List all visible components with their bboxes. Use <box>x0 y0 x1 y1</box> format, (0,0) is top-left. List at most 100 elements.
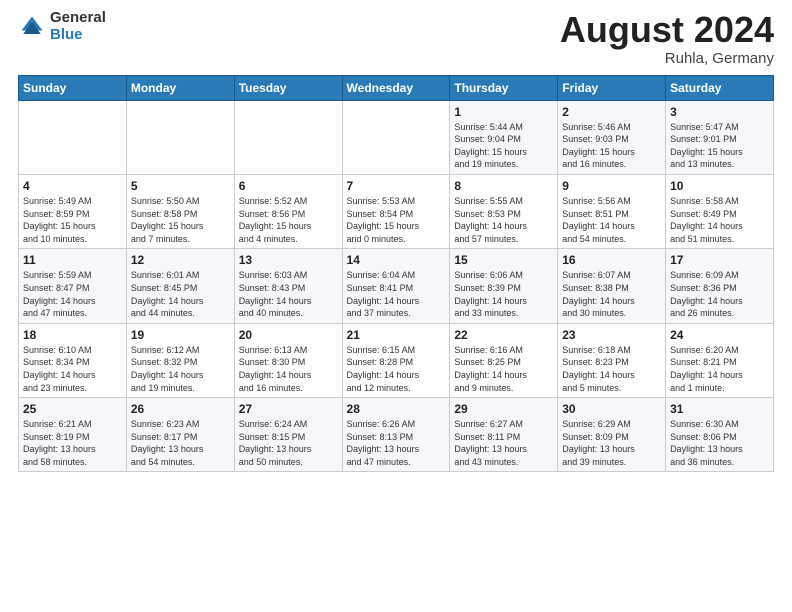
calendar-cell: 14Sunrise: 6:04 AMSunset: 8:41 PMDayligh… <box>342 249 450 323</box>
day-info: Sunrise: 6:27 AMSunset: 8:11 PMDaylight:… <box>454 418 553 468</box>
title-block: August 2024 Ruhla, Germany <box>560 10 774 67</box>
day-info: Sunrise: 5:44 AMSunset: 9:04 PMDaylight:… <box>454 121 553 171</box>
logo-icon <box>18 13 46 41</box>
col-thursday: Thursday <box>450 75 558 100</box>
calendar-cell <box>234 100 342 174</box>
day-info: Sunrise: 5:50 AMSunset: 8:58 PMDaylight:… <box>131 195 230 245</box>
day-number: 24 <box>670 328 769 342</box>
calendar-cell: 3 Sunrise: 5:47 AMSunset: 9:01 PMDaylight… <box>666 100 774 174</box>
calendar-cell: 10Sunrise: 5:58 AMSunset: 8:49 PMDayligh… <box>666 174 774 248</box>
col-monday: Monday <box>126 75 234 100</box>
day-number: 18 <box>23 328 122 342</box>
calendar-cell: 28 Sunrise: 6:26 AMSunset: 8:13 PMDayligh… <box>342 398 450 472</box>
day-info: Sunrise: 6:06 AMSunset: 8:39 PMDaylight:… <box>454 269 553 319</box>
day-number: 21 <box>347 328 446 342</box>
day-info: Sunrise: 6:10 AMSunset: 8:34 PMDaylight:… <box>23 344 122 394</box>
calendar-cell: 8 Sunrise: 5:55 AMSunset: 8:53 PMDaylight… <box>450 174 558 248</box>
col-tuesday: Tuesday <box>234 75 342 100</box>
calendar-week-1: 1Sunrise: 5:44 AMSunset: 9:04 PMDaylight… <box>19 100 774 174</box>
calendar-cell: 21 Sunrise: 6:15 AMSunset: 8:28 PMDayligh… <box>342 323 450 397</box>
day-number: 10 <box>670 179 769 193</box>
calendar-cell: 26 Sunrise: 6:23 AMSunset: 8:17 PMDayligh… <box>126 398 234 472</box>
calendar-cell: 2Sunrise: 5:46 AMSunset: 9:03 PMDaylight… <box>558 100 666 174</box>
calendar-cell: 24 Sunrise: 6:20 AMSunset: 8:21 PMDayligh… <box>666 323 774 397</box>
day-number: 3 <box>670 105 769 119</box>
col-saturday: Saturday <box>666 75 774 100</box>
day-info: Sunrise: 6:24 AMSunset: 8:15 PMDaylight:… <box>239 418 338 468</box>
day-info: Sunrise: 6:09 AMSunset: 8:36 PMDaylight:… <box>670 269 769 319</box>
header: General Blue August 2024 Ruhla, Germany <box>18 10 774 67</box>
day-info: Sunrise: 6:26 AMSunset: 8:13 PMDaylight:… <box>347 418 446 468</box>
day-info: Sunrise: 6:21 AMSunset: 8:19 PMDaylight:… <box>23 418 122 468</box>
calendar-cell: 12Sunrise: 6:01 AMSunset: 8:45 PMDayligh… <box>126 249 234 323</box>
calendar-title: August 2024 <box>560 10 774 50</box>
page: General Blue August 2024 Ruhla, Germany … <box>0 0 792 612</box>
day-number: 22 <box>454 328 553 342</box>
logo-general-text: General <box>50 10 106 27</box>
day-info: Sunrise: 6:29 AMSunset: 8:09 PMDaylight:… <box>562 418 661 468</box>
day-info: Sunrise: 6:04 AMSunset: 8:41 PMDaylight:… <box>347 269 446 319</box>
day-info: Sunrise: 5:53 AMSunset: 8:54 PMDaylight:… <box>347 195 446 245</box>
calendar-cell: 31 Sunrise: 6:30 AMSunset: 8:06 PMDayligh… <box>666 398 774 472</box>
day-info: Sunrise: 6:03 AMSunset: 8:43 PMDaylight:… <box>239 269 338 319</box>
col-sunday: Sunday <box>19 75 127 100</box>
day-number: 27 <box>239 402 338 416</box>
calendar-week-2: 4 Sunrise: 5:49 AMSunset: 8:59 PMDaylight… <box>19 174 774 248</box>
header-row: Sunday Monday Tuesday Wednesday Thursday… <box>19 75 774 100</box>
calendar-cell: 11 Sunrise: 5:59 AMSunset: 8:47 PMDayligh… <box>19 249 127 323</box>
day-number: 16 <box>562 253 661 267</box>
day-number: 8 <box>454 179 553 193</box>
calendar-cell: 4 Sunrise: 5:49 AMSunset: 8:59 PMDaylight… <box>19 174 127 248</box>
day-info: Sunrise: 5:56 AMSunset: 8:51 PMDaylight:… <box>562 195 661 245</box>
day-info: Sunrise: 5:47 AMSunset: 9:01 PMDaylight:… <box>670 121 769 171</box>
day-number: 6 <box>239 179 338 193</box>
day-number: 11 <box>23 253 122 267</box>
day-info: Sunrise: 6:15 AMSunset: 8:28 PMDaylight:… <box>347 344 446 394</box>
calendar-cell <box>342 100 450 174</box>
day-info: Sunrise: 6:20 AMSunset: 8:21 PMDaylight:… <box>670 344 769 394</box>
day-number: 13 <box>239 253 338 267</box>
calendar-week-5: 25Sunrise: 6:21 AMSunset: 8:19 PMDayligh… <box>19 398 774 472</box>
day-number: 4 <box>23 179 122 193</box>
calendar-cell: 25Sunrise: 6:21 AMSunset: 8:19 PMDayligh… <box>19 398 127 472</box>
day-info: Sunrise: 6:30 AMSunset: 8:06 PMDaylight:… <box>670 418 769 468</box>
day-info: Sunrise: 6:16 AMSunset: 8:25 PMDaylight:… <box>454 344 553 394</box>
calendar-cell: 7Sunrise: 5:53 AMSunset: 8:54 PMDaylight… <box>342 174 450 248</box>
calendar-week-4: 18 Sunrise: 6:10 AMSunset: 8:34 PMDayligh… <box>19 323 774 397</box>
logo: General Blue <box>18 10 106 43</box>
calendar-week-3: 11 Sunrise: 5:59 AMSunset: 8:47 PMDayligh… <box>19 249 774 323</box>
calendar-cell: 5Sunrise: 5:50 AMSunset: 8:58 PMDaylight… <box>126 174 234 248</box>
day-info: Sunrise: 6:12 AMSunset: 8:32 PMDaylight:… <box>131 344 230 394</box>
calendar-cell: 1Sunrise: 5:44 AMSunset: 9:04 PMDaylight… <box>450 100 558 174</box>
calendar-cell: 27 Sunrise: 6:24 AMSunset: 8:15 PMDayligh… <box>234 398 342 472</box>
day-number: 29 <box>454 402 553 416</box>
day-info: Sunrise: 6:18 AMSunset: 8:23 PMDaylight:… <box>562 344 661 394</box>
day-info: Sunrise: 5:55 AMSunset: 8:53 PMDaylight:… <box>454 195 553 245</box>
calendar-cell: 19Sunrise: 6:12 AMSunset: 8:32 PMDayligh… <box>126 323 234 397</box>
calendar-cell: 16 Sunrise: 6:07 AMSunset: 8:38 PMDayligh… <box>558 249 666 323</box>
calendar-cell: 9 Sunrise: 5:56 AMSunset: 8:51 PMDaylight… <box>558 174 666 248</box>
day-number: 17 <box>670 253 769 267</box>
calendar-cell: 29 Sunrise: 6:27 AMSunset: 8:11 PMDayligh… <box>450 398 558 472</box>
day-number: 9 <box>562 179 661 193</box>
day-number: 26 <box>131 402 230 416</box>
logo-text: General Blue <box>50 10 106 43</box>
day-info: Sunrise: 6:23 AMSunset: 8:17 PMDaylight:… <box>131 418 230 468</box>
day-number: 30 <box>562 402 661 416</box>
calendar-cell: 17 Sunrise: 6:09 AMSunset: 8:36 PMDayligh… <box>666 249 774 323</box>
day-number: 28 <box>347 402 446 416</box>
day-info: Sunrise: 6:13 AMSunset: 8:30 PMDaylight:… <box>239 344 338 394</box>
day-info: Sunrise: 5:49 AMSunset: 8:59 PMDaylight:… <box>23 195 122 245</box>
calendar-cell <box>19 100 127 174</box>
calendar-cell: 22 Sunrise: 6:16 AMSunset: 8:25 PMDayligh… <box>450 323 558 397</box>
day-info: Sunrise: 5:59 AMSunset: 8:47 PMDaylight:… <box>23 269 122 319</box>
logo-blue-text: Blue <box>50 27 106 44</box>
day-number: 23 <box>562 328 661 342</box>
day-info: Sunrise: 6:07 AMSunset: 8:38 PMDaylight:… <box>562 269 661 319</box>
col-wednesday: Wednesday <box>342 75 450 100</box>
calendar-cell: 23 Sunrise: 6:18 AMSunset: 8:23 PMDayligh… <box>558 323 666 397</box>
day-number: 31 <box>670 402 769 416</box>
calendar-table: Sunday Monday Tuesday Wednesday Thursday… <box>18 75 774 473</box>
calendar-cell: 20Sunrise: 6:13 AMSunset: 8:30 PMDayligh… <box>234 323 342 397</box>
day-info: Sunrise: 5:46 AMSunset: 9:03 PMDaylight:… <box>562 121 661 171</box>
